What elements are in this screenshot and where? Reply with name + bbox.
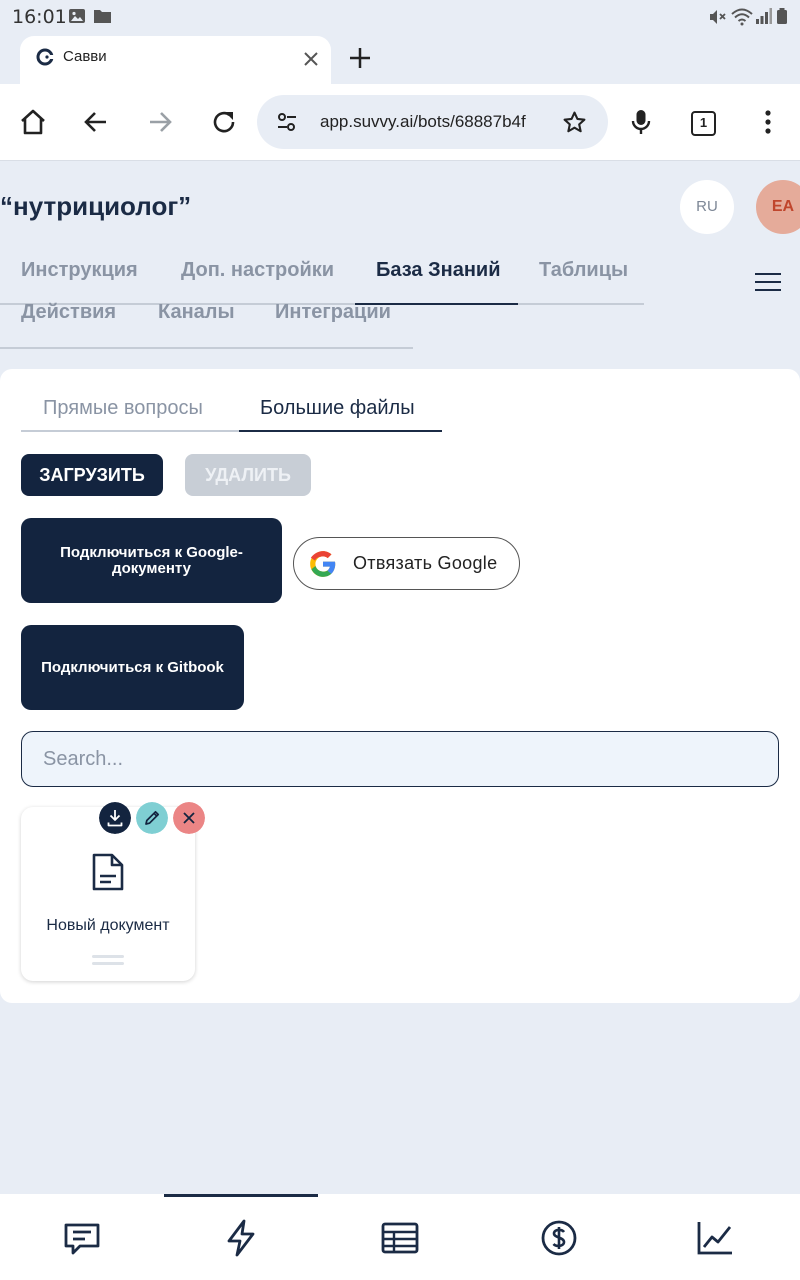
wifi-icon	[731, 8, 753, 26]
connect-gitbook-button[interactable]: Подключиться к Gitbook	[21, 625, 244, 710]
active-section-indicator	[164, 1194, 318, 1197]
more-menu-icon[interactable]	[753, 107, 783, 137]
back-icon[interactable]	[81, 107, 111, 137]
language-switcher[interactable]: RU	[680, 180, 734, 234]
forward-icon[interactable]	[145, 107, 175, 137]
suvvy-favicon-icon	[36, 48, 54, 66]
tab-actions[interactable]: Действия	[21, 301, 116, 324]
subtab-underline	[21, 430, 239, 432]
home-icon[interactable]	[18, 107, 48, 137]
signal-icon	[756, 8, 772, 24]
edit-pencil-icon[interactable]	[136, 802, 168, 834]
delete-button[interactable]: УДАЛИТЬ	[185, 454, 311, 496]
reload-icon[interactable]	[209, 107, 239, 137]
tab-tables[interactable]: Таблицы	[539, 259, 628, 282]
document-icon	[92, 853, 124, 891]
drag-handle[interactable]	[92, 955, 124, 969]
bot-title: “нутрициолог”	[0, 191, 192, 221]
image-icon	[69, 9, 85, 23]
microphone-icon[interactable]	[626, 107, 656, 137]
subtab-large-files[interactable]: Большие файлы	[260, 397, 415, 420]
dollar-icon[interactable]	[539, 1218, 579, 1258]
search-input[interactable]	[21, 731, 779, 787]
new-tab-icon[interactable]	[346, 44, 374, 72]
tab-switcher-button[interactable]: 1	[691, 111, 716, 136]
tab-extra-settings[interactable]: Доп. настройки	[181, 259, 334, 282]
unlink-google-label: Отвязать Google	[353, 553, 498, 573]
upload-button[interactable]: ЗАГРУЗИТЬ	[21, 454, 163, 496]
status-time: 16:01	[12, 6, 67, 28]
mute-icon	[710, 10, 726, 24]
tab-instruction[interactable]: Инструкция	[21, 259, 138, 282]
connect-google-doc-button[interactable]: Подключиться к Google-документу	[21, 518, 282, 603]
user-avatar[interactable]: EA	[756, 180, 800, 234]
browser-tab[interactable]: Савви	[20, 36, 331, 86]
chart-icon[interactable]	[695, 1218, 735, 1258]
bookmark-star-icon[interactable]	[562, 110, 587, 135]
bottom-nav	[0, 1194, 800, 1280]
unlink-google-button[interactable]: Отвязать Google	[293, 537, 520, 590]
site-settings-icon[interactable]	[275, 110, 299, 134]
address-bar[interactable]: app.suvvy.ai/bots/68887b4f	[257, 95, 608, 149]
table-icon[interactable]	[380, 1218, 420, 1258]
tab-integrations[interactable]: Интеграции	[275, 301, 391, 324]
url-text: app.suvvy.ai/bots/68887b4f	[320, 112, 526, 131]
menu-icon[interactable]	[755, 273, 781, 291]
tab-channels[interactable]: Каналы	[158, 301, 235, 324]
subtab-direct-questions[interactable]: Прямые вопросы	[43, 397, 203, 420]
active-subtab-indicator	[239, 430, 442, 432]
status-bar: 16:01	[0, 0, 800, 34]
browser-tab-strip: Савви	[0, 34, 800, 86]
close-tab-icon[interactable]	[300, 48, 322, 70]
remove-icon[interactable]	[173, 802, 205, 834]
tab-knowledge-base[interactable]: База Знаний	[376, 259, 501, 282]
page-content: “нутрициолог” RU EA Инструкция Доп. наст…	[0, 161, 800, 1194]
browser-toolbar: app.suvvy.ai/bots/68887b4f 1	[0, 84, 800, 161]
document-name: Новый документ	[46, 917, 170, 934]
battery-icon	[777, 8, 787, 24]
chat-icon[interactable]	[62, 1218, 102, 1258]
lightning-icon[interactable]	[221, 1218, 261, 1258]
knowledge-base-panel: Прямые вопросы Большие файлы ЗАГРУЗИТЬ У…	[0, 369, 800, 1003]
document-card[interactable]: Новый документ	[21, 802, 205, 981]
download-icon[interactable]	[99, 802, 131, 834]
browser-tab-title: Савви	[63, 48, 107, 65]
folder-icon	[94, 10, 111, 23]
nav-tabs-underline-row2	[0, 347, 413, 349]
google-logo-icon	[310, 551, 336, 577]
